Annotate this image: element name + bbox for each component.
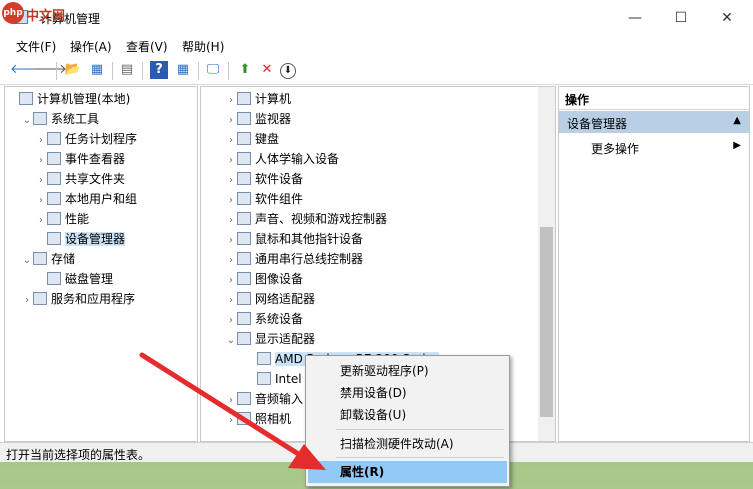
red-arrow-icon — [139, 352, 326, 470]
